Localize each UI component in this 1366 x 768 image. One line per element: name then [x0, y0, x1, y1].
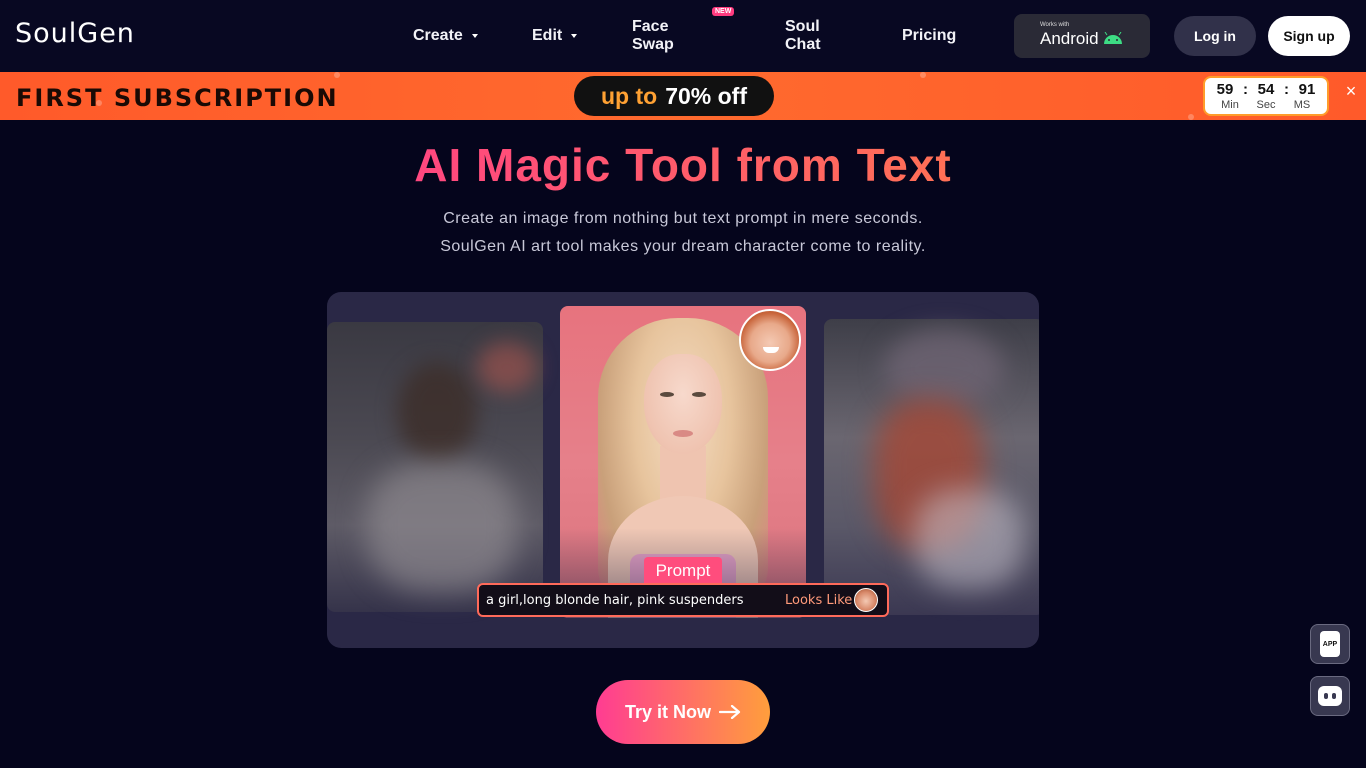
timer-sec: 54 — [1257, 81, 1275, 98]
looks-like-avatar — [854, 588, 878, 612]
try-it-now-label: Try it Now — [624, 701, 711, 722]
looks-like-label: Looks Like — [785, 593, 853, 608]
promo-headline: FIRST SUBSCRIPTION — [16, 84, 339, 112]
prompt-box: a girl,long blonde hair, pink suspenders… — [477, 583, 889, 617]
portrait-face — [644, 354, 722, 454]
hero-subtitle-line-1: Create an image from nothing but text pr… — [443, 210, 923, 227]
caret-down-icon — [571, 34, 578, 38]
discount-up-to: up to — [601, 82, 658, 109]
avatar-smile — [763, 347, 779, 353]
chatbot-button[interactable] — [1310, 676, 1350, 716]
login-button[interactable]: Log in — [1174, 16, 1256, 56]
blurred-portrait-shape — [397, 362, 477, 462]
timer-values: 59 : 54 : 91 — [1205, 81, 1327, 98]
nav-soul-chat[interactable]: Soul Chat — [785, 18, 821, 54]
countdown-timer: 59 : 54 : 91 Min Sec MS — [1203, 76, 1329, 116]
reference-avatar — [739, 309, 801, 371]
portrait-eye — [692, 392, 706, 397]
android-robot-icon — [1104, 32, 1122, 44]
phone-app-icon: APP — [1320, 631, 1340, 657]
blurred-portrait-shape — [477, 342, 537, 392]
discount-pill: up to 70% off — [574, 76, 774, 116]
timer-labels: Min Sec MS — [1205, 99, 1327, 111]
app-download-button[interactable]: APP — [1310, 624, 1350, 664]
timer-ms: 91 — [1298, 81, 1316, 98]
close-icon[interactable]: × — [1340, 80, 1362, 102]
soulgen-logo[interactable]: SoulGen — [15, 18, 135, 49]
carousel-card-left[interactable] — [327, 322, 543, 612]
timer-min-label: Min — [1221, 99, 1239, 111]
caret-down-icon — [471, 34, 478, 38]
try-it-now-button[interactable]: Try it Now — [596, 680, 770, 744]
promo-banner[interactable]: FIRST SUBSCRIPTION up to 70% off 59 : 54… — [0, 72, 1366, 120]
new-badge: NEW — [712, 7, 735, 16]
portrait-lips — [673, 430, 693, 437]
blurred-portrait-shape — [884, 329, 1004, 409]
hero-subtitle-line-2: SoulGen AI art tool makes your dream cha… — [440, 238, 926, 255]
nav-pricing[interactable]: Pricing — [902, 27, 956, 45]
timer-sec-label: Sec — [1256, 99, 1276, 111]
portrait-eye — [660, 392, 674, 397]
chatbot-icon — [1318, 686, 1342, 706]
discount-percent: 70% off — [665, 82, 747, 109]
nav-create[interactable]: Create — [413, 27, 478, 45]
android-works-with: Works with — [1040, 22, 1070, 28]
android-label: Android — [1040, 29, 1099, 48]
timer-ms-label: MS — [1293, 99, 1311, 111]
nav-soul-chat-label: Soul Chat — [785, 18, 821, 53]
prompt-tag: Prompt — [644, 557, 722, 584]
signup-button[interactable]: Sign up — [1268, 16, 1350, 56]
nav-edit[interactable]: Edit — [532, 27, 578, 45]
promo-decoration-dot — [334, 72, 340, 78]
showcase-carousel[interactable]: Prompt a girl,long blonde hair, pink sus… — [327, 292, 1039, 648]
blurred-portrait-shape — [367, 462, 517, 592]
blurred-portrait-shape — [914, 489, 1024, 589]
nav-pricing-label: Pricing — [902, 27, 957, 44]
hero-title: AI Magic Tool from Text — [0, 138, 1366, 192]
timer-min: 59 — [1216, 81, 1234, 98]
nav-face-swap-label: Face Swap — [632, 18, 674, 53]
promo-decoration-dot — [920, 72, 926, 78]
top-navbar: SoulGen Create Edit Face Swap NEW Soul C… — [0, 0, 1366, 72]
nav-create-label: Create — [413, 27, 463, 44]
promo-decoration-dot — [1188, 114, 1194, 120]
nav-face-swap[interactable]: Face Swap NEW — [632, 7, 735, 54]
arrow-right-icon — [719, 705, 741, 719]
nav-edit-label: Edit — [532, 27, 563, 44]
carousel-card-right[interactable] — [824, 319, 1039, 615]
android-app-button[interactable]: Works with Android — [1014, 14, 1150, 58]
prompt-text: a girl,long blonde hair, pink suspenders — [486, 593, 744, 608]
